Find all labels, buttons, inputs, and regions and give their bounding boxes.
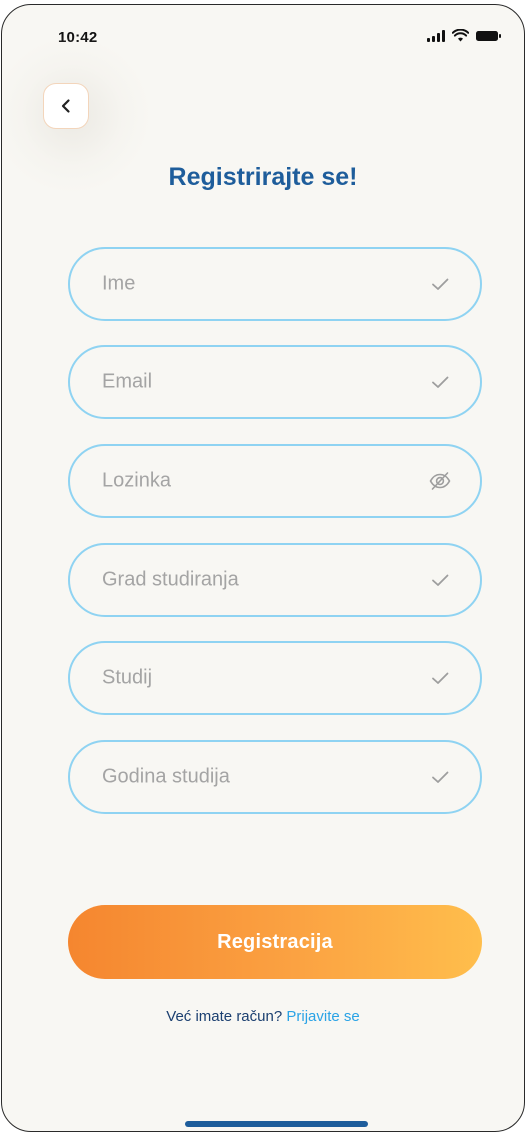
check-icon bbox=[432, 771, 449, 783]
back-button[interactable] bbox=[43, 83, 89, 129]
check-icon bbox=[432, 278, 449, 290]
login-prompt: Već imate račun? Prijavite se bbox=[2, 1008, 524, 1025]
battery-icon bbox=[476, 30, 501, 41]
page-title: Registrirajte se! bbox=[168, 163, 358, 191]
eye-off-icon[interactable] bbox=[428, 469, 452, 493]
name-field-label: Ime bbox=[102, 272, 136, 295]
check-icon bbox=[432, 672, 449, 684]
wifi-icon bbox=[452, 29, 469, 42]
city-field-label: Grad studiranja bbox=[102, 568, 239, 591]
city-field[interactable]: Grad studiranja bbox=[68, 543, 482, 617]
chevron-left-icon bbox=[61, 99, 70, 113]
check-icon bbox=[432, 574, 449, 586]
email-field[interactable]: Email bbox=[68, 345, 482, 419]
signal-icon bbox=[427, 29, 445, 42]
password-field-label: Lozinka bbox=[102, 469, 171, 492]
login-prompt-text: Već imate račun? bbox=[166, 1008, 283, 1025]
phone-frame: 10:42 Registrirajte se! Im bbox=[1, 4, 525, 1132]
login-link[interactable]: Prijavite se bbox=[286, 1008, 359, 1025]
password-field[interactable]: Lozinka bbox=[68, 444, 482, 518]
register-button-label: Registracija bbox=[217, 930, 333, 953]
register-button[interactable]: Registracija bbox=[68, 905, 482, 979]
study-field[interactable]: Studij bbox=[68, 641, 482, 715]
status-icons bbox=[427, 29, 502, 42]
name-field[interactable]: Ime bbox=[68, 247, 482, 321]
check-icon bbox=[432, 376, 449, 388]
study-year-field[interactable]: Godina studija bbox=[68, 740, 482, 814]
study-field-label: Studij bbox=[102, 666, 153, 689]
study-year-field-label: Godina studija bbox=[102, 765, 230, 788]
email-field-label: Email bbox=[102, 370, 153, 393]
home-indicator bbox=[185, 1121, 368, 1127]
